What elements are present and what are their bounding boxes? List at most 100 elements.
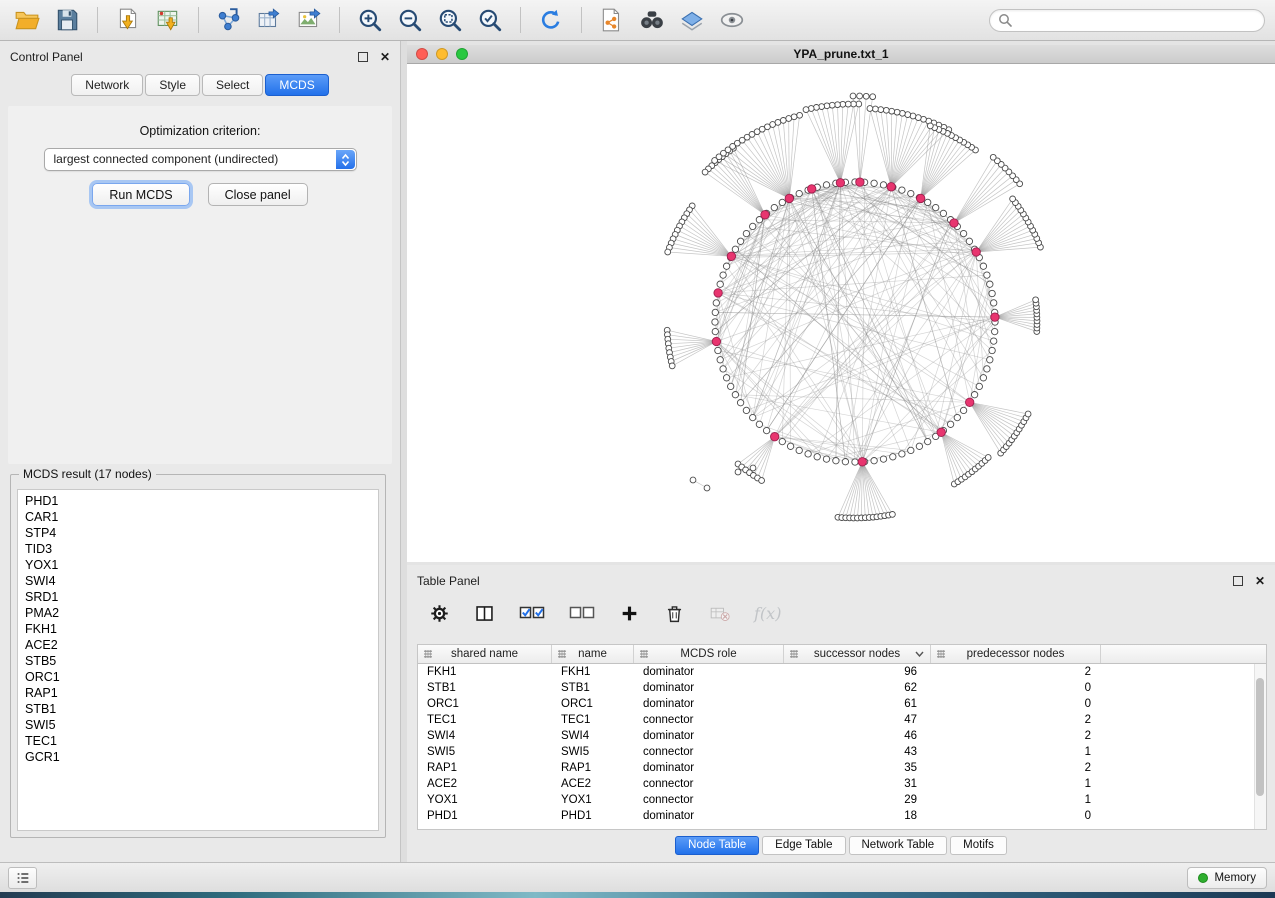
create-column-button[interactable]: [619, 603, 640, 624]
table-row[interactable]: RAP1RAP1dominator352: [418, 760, 1255, 776]
table-row[interactable]: ACE2ACE2connector311: [418, 776, 1255, 792]
cell-name[interactable]: YOX1: [552, 794, 634, 806]
cell-predecessor-nodes[interactable]: 0: [931, 682, 1101, 694]
cell-name[interactable]: PHD1: [552, 810, 634, 822]
cell-predecessor-nodes[interactable]: 1: [931, 794, 1101, 806]
cell-predecessor-nodes[interactable]: 2: [931, 730, 1101, 742]
cell-name[interactable]: STB1: [552, 682, 634, 694]
cell-mcds-role[interactable]: connector: [634, 746, 784, 758]
result-node[interactable]: STB1: [25, 701, 378, 717]
result-node[interactable]: SRD1: [25, 589, 378, 605]
tab-network[interactable]: Network: [71, 74, 143, 96]
tab-network-table[interactable]: Network Table: [849, 836, 948, 855]
mcds-result-list[interactable]: PHD1CAR1STP4TID3YOX1SWI4SRD1PMA2FKH1ACE2…: [17, 489, 379, 831]
cell-successor-nodes[interactable]: 18: [784, 810, 931, 822]
cell-successor-nodes[interactable]: 47: [784, 714, 931, 726]
cell-name[interactable]: ACE2: [552, 778, 634, 790]
cell-mcds-role[interactable]: connector: [634, 794, 784, 806]
result-node[interactable]: SWI4: [25, 573, 378, 589]
export-table-button[interactable]: [252, 4, 286, 36]
result-node[interactable]: TID3: [25, 541, 378, 557]
show-columns-button[interactable]: [474, 603, 495, 624]
cell-mcds-role[interactable]: connector: [634, 714, 784, 726]
table-row[interactable]: TEC1TEC1connector472: [418, 712, 1255, 728]
cell-successor-nodes[interactable]: 62: [784, 682, 931, 694]
cell-name[interactable]: ORC1: [552, 698, 634, 710]
column-header-predecessor-nodes[interactable]: predecessor nodes: [931, 645, 1101, 663]
cell-shared-name[interactable]: FKH1: [418, 666, 552, 678]
result-node[interactable]: CAR1: [25, 509, 378, 525]
table-settings-button[interactable]: [429, 603, 450, 624]
column-header-shared-name[interactable]: shared name: [418, 645, 552, 663]
import-table-button[interactable]: [151, 4, 185, 36]
close-panel-icon[interactable]: ✕: [380, 51, 390, 63]
result-node[interactable]: SWI5: [25, 717, 378, 733]
select-all-button[interactable]: [519, 603, 545, 624]
cell-predecessor-nodes[interactable]: 0: [931, 810, 1101, 822]
cell-mcds-role[interactable]: dominator: [634, 810, 784, 822]
window-close-button[interactable]: [416, 48, 428, 60]
cell-successor-nodes[interactable]: 96: [784, 666, 931, 678]
cell-predecessor-nodes[interactable]: 0: [931, 698, 1101, 710]
delete-columns-button[interactable]: [664, 603, 685, 624]
close-table-panel-icon[interactable]: ✕: [1255, 575, 1265, 587]
zoom-fit-button[interactable]: [433, 4, 467, 36]
cell-predecessor-nodes[interactable]: 2: [931, 714, 1101, 726]
search-network-button[interactable]: [635, 4, 669, 36]
table-row[interactable]: ORC1ORC1dominator610: [418, 696, 1255, 712]
column-header-successor-nodes[interactable]: successor nodes: [784, 645, 931, 663]
table-row[interactable]: PHD1PHD1dominator180: [418, 808, 1255, 824]
window-minimize-button[interactable]: [436, 48, 448, 60]
import-network-button[interactable]: [111, 4, 145, 36]
visual-styles-button[interactable]: [675, 4, 709, 36]
cell-predecessor-nodes[interactable]: 2: [931, 762, 1101, 774]
cell-shared-name[interactable]: SWI4: [418, 730, 552, 742]
cell-name[interactable]: RAP1: [552, 762, 634, 774]
cell-mcds-role[interactable]: dominator: [634, 762, 784, 774]
zoom-in-button[interactable]: [353, 4, 387, 36]
column-header-name[interactable]: name: [552, 645, 634, 663]
cell-mcds-role[interactable]: dominator: [634, 682, 784, 694]
cell-predecessor-nodes[interactable]: 2: [931, 666, 1101, 678]
cell-shared-name[interactable]: ACE2: [418, 778, 552, 790]
cell-mcds-role[interactable]: connector: [634, 778, 784, 790]
cell-successor-nodes[interactable]: 29: [784, 794, 931, 806]
column-header-MCDS-role[interactable]: MCDS role: [634, 645, 784, 663]
memory-button[interactable]: Memory: [1187, 867, 1267, 889]
network-graph[interactable]: [407, 64, 1275, 562]
cell-successor-nodes[interactable]: 35: [784, 762, 931, 774]
cell-shared-name[interactable]: RAP1: [418, 762, 552, 774]
tab-node-table[interactable]: Node Table: [675, 836, 759, 855]
criterion-dropdown[interactable]: largest connected component (undirected): [44, 148, 357, 171]
cell-name[interactable]: FKH1: [552, 666, 634, 678]
float-table-panel-icon[interactable]: [1233, 576, 1243, 586]
refresh-layout-button[interactable]: [534, 4, 568, 36]
close-panel-button[interactable]: Close panel: [208, 183, 308, 206]
result-node[interactable]: YOX1: [25, 557, 378, 573]
save-session-button[interactable]: [50, 4, 84, 36]
result-node[interactable]: ORC1: [25, 669, 378, 685]
zoom-selected-button[interactable]: [473, 4, 507, 36]
network-canvas[interactable]: [407, 64, 1275, 562]
tab-select[interactable]: Select: [202, 74, 263, 96]
open-session-button[interactable]: [10, 4, 44, 36]
zoom-out-button[interactable]: [393, 4, 427, 36]
cell-successor-nodes[interactable]: 61: [784, 698, 931, 710]
tab-style[interactable]: Style: [145, 74, 200, 96]
cell-successor-nodes[interactable]: 46: [784, 730, 931, 742]
table-row[interactable]: SWI5SWI5connector431: [418, 744, 1255, 760]
cell-successor-nodes[interactable]: 31: [784, 778, 931, 790]
table-row[interactable]: FKH1FKH1dominator962: [418, 664, 1255, 680]
deselect-all-button[interactable]: [569, 603, 595, 624]
export-image-button[interactable]: [292, 4, 326, 36]
cell-mcds-role[interactable]: dominator: [634, 730, 784, 742]
cell-mcds-role[interactable]: dominator: [634, 698, 784, 710]
result-node[interactable]: PHD1: [25, 493, 378, 509]
search-input[interactable]: [1018, 12, 1256, 28]
result-node[interactable]: TEC1: [25, 733, 378, 749]
run-mcds-button[interactable]: Run MCDS: [92, 183, 189, 206]
tab-edge-table[interactable]: Edge Table: [762, 836, 845, 855]
table-row[interactable]: STB1STB1dominator620: [418, 680, 1255, 696]
cell-name[interactable]: SWI4: [552, 730, 634, 742]
result-node[interactable]: FKH1: [25, 621, 378, 637]
